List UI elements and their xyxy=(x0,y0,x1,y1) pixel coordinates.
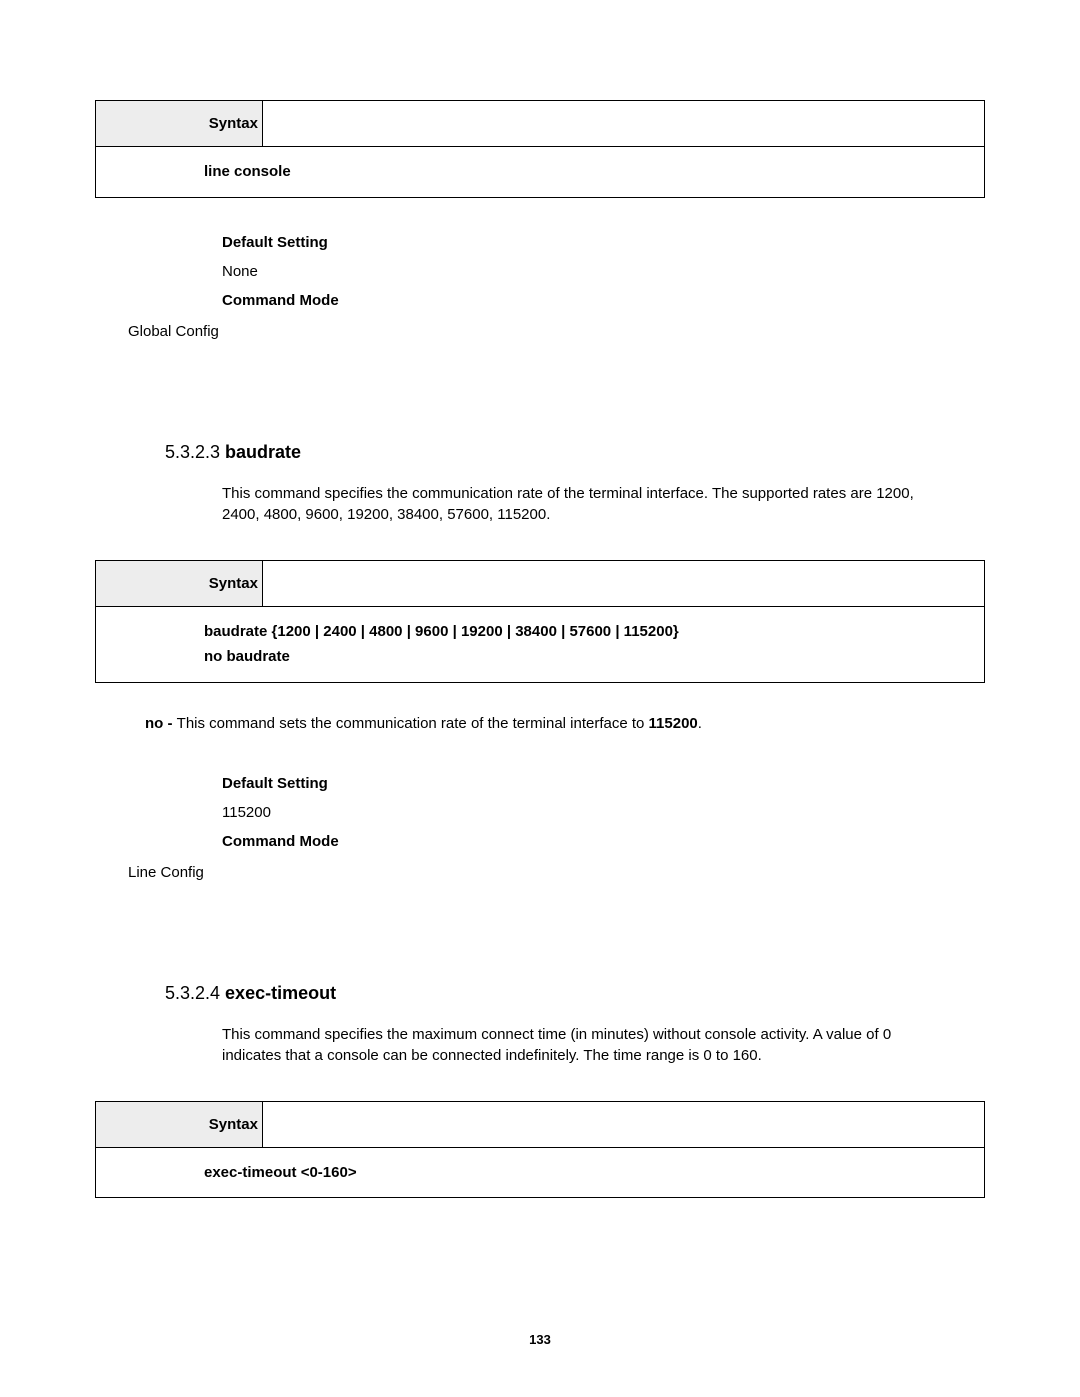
command-mode-label: Command Mode xyxy=(222,827,985,856)
command-mode-label: Command Mode xyxy=(222,286,985,315)
no-prefix: no - xyxy=(145,715,177,732)
syntax-label: Syntax xyxy=(96,101,263,146)
syntax-command: line console xyxy=(96,147,984,197)
default-setting-value: 115200 xyxy=(222,798,985,827)
info-block-1: Default Setting None Command Mode xyxy=(222,228,985,316)
command-mode-value: Line Config xyxy=(128,858,985,887)
syntax-box-baudrate: Syntax baudrate {1200 | 2400 | 4800 | 96… xyxy=(95,560,985,683)
syntax-commands: baudrate {1200 | 2400 | 4800 | 9600 | 19… xyxy=(96,607,984,682)
no-suffix: . xyxy=(698,715,702,732)
section-title: exec-timeout xyxy=(225,983,336,1003)
syntax-label: Syntax xyxy=(96,561,263,606)
syntax-box-line-console: Syntax line console xyxy=(95,100,985,198)
no-value: 115200 xyxy=(649,715,698,732)
no-form-note: no - This command sets the communication… xyxy=(145,713,985,734)
default-setting-label: Default Setting xyxy=(222,228,985,257)
syntax-line-2: no baudrate xyxy=(204,644,984,670)
section-number: 5.3.2.4 xyxy=(165,983,225,1003)
default-setting-value: None xyxy=(222,257,985,286)
section-heading-exec-timeout: 5.3.2.4 exec-timeout xyxy=(165,983,985,1004)
section-heading-baudrate: 5.3.2.3 baudrate xyxy=(165,442,985,463)
section-title: baudrate xyxy=(225,442,301,462)
section-number: 5.3.2.3 xyxy=(165,442,225,462)
page-content: Syntax line console Default Setting None… xyxy=(0,0,1080,1198)
page-number: 133 xyxy=(0,1332,1080,1347)
section-description: This command specifies the communication… xyxy=(222,483,945,525)
syntax-header: Syntax xyxy=(96,1102,984,1148)
syntax-command: exec-timeout <0-160> xyxy=(96,1148,984,1198)
no-text: This command sets the communication rate… xyxy=(177,715,649,732)
command-mode-value: Global Config xyxy=(128,317,985,346)
syntax-header: Syntax xyxy=(96,561,984,607)
syntax-header: Syntax xyxy=(96,101,984,147)
default-setting-label: Default Setting xyxy=(222,769,985,798)
section-description: This command specifies the maximum conne… xyxy=(222,1024,945,1066)
syntax-label: Syntax xyxy=(96,1102,263,1147)
info-block-2: Default Setting 115200 Command Mode xyxy=(222,769,985,857)
syntax-box-exec-timeout: Syntax exec-timeout <0-160> xyxy=(95,1101,985,1199)
syntax-line-1: baudrate {1200 | 2400 | 4800 | 9600 | 19… xyxy=(204,619,984,645)
